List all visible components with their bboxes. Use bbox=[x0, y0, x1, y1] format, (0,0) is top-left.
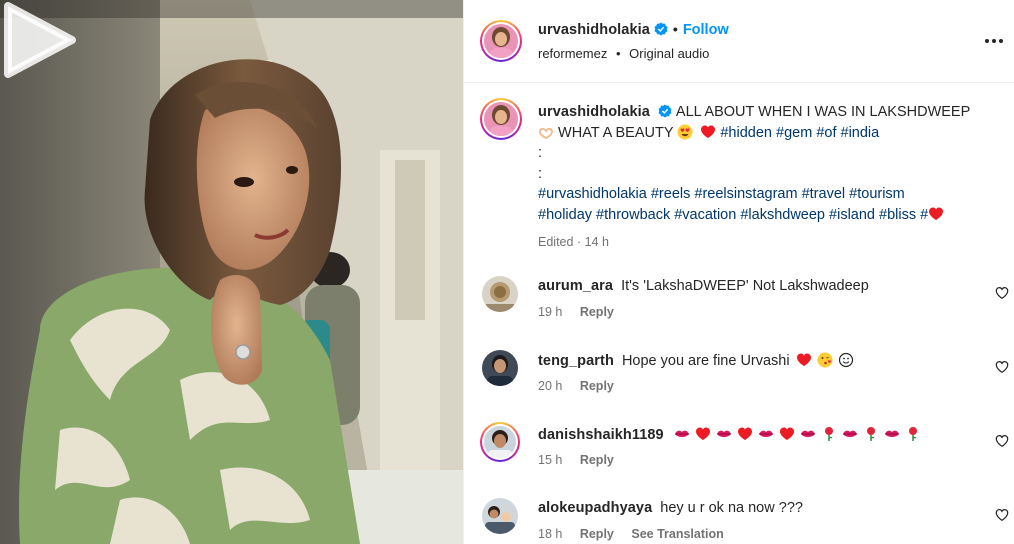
hashtag[interactable]: #india bbox=[841, 125, 880, 141]
heart-outline-icon[interactable] bbox=[995, 360, 1009, 374]
red-heart-emoji-icon bbox=[701, 125, 716, 138]
commenter-avatar[interactable] bbox=[480, 422, 520, 462]
hashtag[interactable]: #tourism bbox=[849, 186, 905, 202]
comment-text: hey u r ok na now ??? bbox=[660, 500, 803, 516]
hashtag[interactable]: #of bbox=[816, 125, 836, 141]
rose-emoji-icon bbox=[824, 427, 833, 441]
red-heart-emoji-icon bbox=[779, 427, 794, 440]
caption-body: urvashidholakia ALL ABOUT WHEN I WAS IN L… bbox=[538, 102, 998, 253]
hashtag[interactable]: #reels bbox=[651, 186, 691, 202]
edited-label: Edited bbox=[538, 235, 574, 249]
hashtag[interactable]: #island bbox=[829, 207, 875, 223]
heart-outline-icon[interactable] bbox=[995, 508, 1009, 522]
commenter-avatar[interactable] bbox=[482, 276, 518, 312]
commenter-username[interactable]: danishshaikh1189 bbox=[538, 427, 664, 443]
caption-separator: : bbox=[538, 165, 543, 182]
hashtag[interactable]: #hidden bbox=[720, 125, 772, 141]
lips-emoji-icon bbox=[884, 430, 899, 437]
reel-video[interactable] bbox=[0, 0, 463, 544]
comment-item: danishshaikh1189 15 h Reply bbox=[464, 422, 1014, 490]
caption-username[interactable]: urvashidholakia bbox=[538, 104, 650, 120]
verified-badge-icon bbox=[658, 104, 672, 118]
heart-outline-icon[interactable] bbox=[995, 434, 1009, 448]
hashtag[interactable]: #bliss bbox=[879, 207, 916, 223]
caption-meta: Edited · 14 h bbox=[538, 235, 609, 249]
play-icon[interactable] bbox=[0, 0, 80, 80]
comment-emoji-text bbox=[674, 426, 921, 442]
hashtag[interactable]: #lakshdweep bbox=[740, 207, 825, 223]
author-avatar[interactable] bbox=[480, 20, 522, 62]
hashtag[interactable]: #vacation bbox=[674, 207, 736, 223]
heart-hands-emoji-icon bbox=[539, 127, 553, 139]
caption-line-2-text: WHAT A BEAUTY bbox=[558, 124, 674, 141]
caption-separator: : bbox=[538, 145, 543, 161]
lips-emoji-icon bbox=[758, 430, 773, 437]
commenter-username[interactable]: alokeupadhyaya bbox=[538, 500, 652, 516]
post-time: 14 h bbox=[584, 235, 609, 249]
reply-button[interactable]: Reply bbox=[580, 379, 614, 393]
rose-emoji-icon bbox=[908, 427, 917, 441]
post-header: urvashidholakia • Follow reformemez • Orig… bbox=[464, 0, 1014, 83]
comment-time: 15 h bbox=[538, 453, 563, 467]
hashtag[interactable]: #travel bbox=[802, 186, 846, 202]
kiss-face-emoji-icon bbox=[817, 352, 833, 368]
audio-label[interactable]: Original audio bbox=[629, 46, 709, 61]
red-heart-emoji-icon bbox=[737, 427, 752, 440]
heart-outline-icon[interactable] bbox=[995, 286, 1009, 300]
comment-item: teng_parth Hope you are fine Urvashi 20 … bbox=[464, 350, 1014, 416]
separator-dot: • bbox=[615, 46, 621, 61]
hashtag[interactable]: #throwback bbox=[596, 207, 670, 223]
caption-line-1: ALL ABOUT WHEN I WAS IN LAKSHDWEEP bbox=[675, 104, 971, 120]
red-heart-emoji-icon bbox=[695, 427, 710, 440]
hashtag[interactable]: #urvashidholakia bbox=[538, 186, 647, 202]
rose-emoji-icon bbox=[866, 427, 875, 441]
reply-button[interactable]: Reply bbox=[580, 453, 614, 467]
comment-text: It's 'LakshaDWEEP' Not Lakshwadeep bbox=[621, 278, 869, 294]
comment-item: alokeupadhyaya hey u r ok na now ??? 18 … bbox=[464, 498, 1014, 544]
hashtag[interactable]: #reelsinstagram bbox=[694, 186, 797, 202]
comment-text: Hope you are fine Urvashi bbox=[621, 353, 790, 369]
hashtag[interactable]: # bbox=[920, 207, 928, 223]
commenter-avatar[interactable] bbox=[482, 350, 518, 386]
verified-badge-icon bbox=[654, 22, 668, 36]
reply-button[interactable]: Reply bbox=[580, 305, 614, 319]
post-details-panel: urvashidholakia • Follow reformemez • Orig… bbox=[463, 0, 1014, 544]
comment-item: aurum_ara It's 'LakshaDWEEP' Not Lakshwa… bbox=[464, 276, 1014, 342]
lips-emoji-icon bbox=[674, 430, 689, 437]
lips-emoji-icon bbox=[842, 430, 857, 437]
lips-emoji-icon bbox=[716, 430, 731, 437]
avatar-image bbox=[482, 350, 518, 386]
commenter-username[interactable]: aurum_ara bbox=[538, 278, 613, 294]
avatar-image bbox=[484, 426, 516, 458]
lips-emoji-icon bbox=[800, 430, 815, 437]
avatar-image bbox=[482, 498, 518, 534]
more-options-icon[interactable] bbox=[983, 30, 1005, 52]
comment-time: 20 h bbox=[538, 379, 563, 393]
video-frame bbox=[0, 0, 463, 544]
avatar-image bbox=[484, 24, 518, 58]
comment-time: 18 h bbox=[538, 527, 563, 541]
avatar-image bbox=[484, 102, 518, 136]
smiley-emoji-icon bbox=[838, 352, 853, 368]
reply-button[interactable]: Reply bbox=[580, 527, 614, 541]
author-username[interactable]: urvashidholakia bbox=[538, 22, 650, 38]
commenter-avatar[interactable] bbox=[482, 498, 518, 534]
red-heart-emoji-icon bbox=[796, 353, 811, 366]
avatar-image bbox=[482, 276, 518, 312]
caption-author-avatar[interactable] bbox=[480, 98, 522, 140]
commenter-username[interactable]: teng_parth bbox=[538, 353, 614, 369]
heart-eyes-emoji-icon bbox=[677, 124, 693, 139]
separator-dot: • bbox=[672, 21, 678, 37]
comment-time: 19 h bbox=[538, 305, 563, 319]
follow-button[interactable]: Follow bbox=[683, 22, 729, 38]
hashtag[interactable]: #gem bbox=[776, 125, 812, 141]
hashtag[interactable]: #holiday bbox=[538, 207, 592, 223]
red-heart-emoji-icon bbox=[929, 207, 944, 220]
audio-user[interactable]: reformemez bbox=[538, 46, 607, 61]
see-translation-button[interactable]: See Translation bbox=[631, 527, 723, 541]
